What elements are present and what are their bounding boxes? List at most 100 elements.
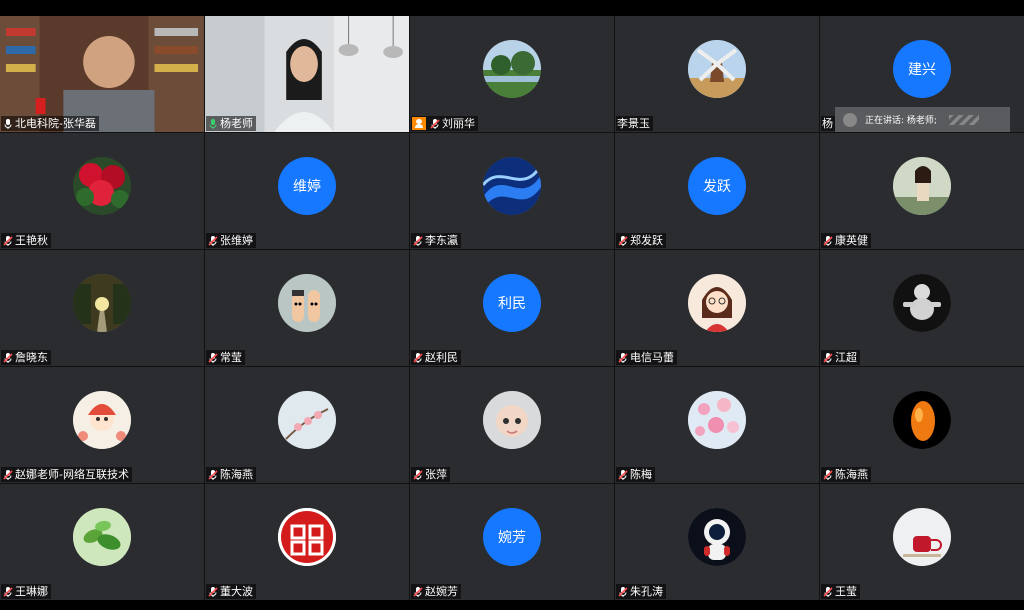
participant-avatar [893,508,951,566]
participant-tile[interactable]: 江超 [820,250,1024,366]
mic-muted-icon [823,352,833,363]
participant-tile[interactable]: 康英健 [820,133,1024,249]
participant-nameplate: 李东瀛 [411,233,461,248]
participant-nameplate: 郑发跃 [616,233,666,248]
mic-muted-icon [618,469,628,480]
mic-muted-icon [430,118,440,129]
participant-nameplate: 北电科院-张华磊 [1,116,99,131]
participant-tile[interactable]: 张萍 [410,367,614,483]
mic-muted-icon [3,352,13,363]
participant-nameplate: 陈海燕 [821,467,871,482]
top-bar [0,0,1024,16]
participant-name: 董大波 [220,585,253,598]
participant-nameplate: 詹晓东 [1,350,51,365]
participant-nameplate: 陈梅 [616,467,655,482]
participant-name: 郑发跃 [630,234,663,247]
participant-tile[interactable]: 常莹 [205,250,409,366]
participant-tile[interactable]: 维婷 张维婷 [205,133,409,249]
mic-muted-icon [208,235,218,246]
participant-avatar [278,391,336,449]
participant-tile[interactable]: 朱孔涛 [615,484,819,600]
participant-tile[interactable]: 陈海燕 [205,367,409,483]
camera-off-icon [412,117,426,130]
participant-avatar [73,391,131,449]
participant-nameplate: 王莹 [821,584,860,599]
participant-tile[interactable]: 发跃 郑发跃 [615,133,819,249]
participant-tile[interactable]: 杨老师 [205,16,409,132]
participant-name: 赵娜老师-网络互联技术 [15,468,129,481]
participant-nameplate: 王艳秋 [1,233,51,248]
participant-avatar [483,40,541,98]
participant-avatar [73,157,131,215]
mic-muted-icon [413,352,423,363]
participant-nameplate: 陈海燕 [206,467,256,482]
participant-tile[interactable]: 赵娜老师-网络互联技术 [0,367,204,483]
participant-name: 北电科院-张华磊 [15,117,96,130]
participant-nameplate: 刘丽华 [411,116,478,131]
participant-name: 王琳娜 [15,585,48,598]
participant-tile[interactable]: 刘丽华 [410,16,614,132]
window-title [0,0,1024,6]
participant-name: 朱孔涛 [630,585,663,598]
participant-tile[interactable]: 李景玉 [615,16,819,132]
video-feed [205,16,409,132]
participant-name: 电信马蕾 [630,351,674,364]
participant-nameplate: 赵利民 [411,350,461,365]
participant-name: 李景玉 [617,117,650,130]
participant-name: 杨 [822,117,833,130]
participant-nameplate: 电信马蕾 [616,350,677,365]
participant-name: 李东瀛 [425,234,458,247]
participant-tile[interactable]: 北电科院-张华磊 [0,16,204,132]
participant-avatar [688,40,746,98]
mic-muted-icon [3,586,13,597]
participant-name: 赵婉芳 [425,585,458,598]
participant-tile[interactable]: 王艳秋 [0,133,204,249]
participant-nameplate: 朱孔涛 [616,584,666,599]
speaking-indicator: 正在讲话: 杨老师; [835,107,1010,132]
participant-avatar [893,157,951,215]
participant-tile[interactable]: 王莹 [820,484,1024,600]
participant-avatar: 利民 [483,274,541,332]
participant-tile[interactable]: 陈梅 [615,367,819,483]
participant-tile[interactable]: 利民 赵利民 [410,250,614,366]
participant-name: 王艳秋 [15,234,48,247]
participant-name: 刘丽华 [442,117,475,130]
participant-nameplate: 李景玉 [616,116,653,131]
participant-nameplate: 杨老师 [206,116,256,131]
participant-nameplate: 赵娜老师-网络互联技术 [1,467,132,482]
participant-nameplate: 张维婷 [206,233,256,248]
participant-avatar [73,274,131,332]
participant-name: 张萍 [425,468,447,481]
mic-muted-icon [3,235,13,246]
participant-name: 张维婷 [220,234,253,247]
mic-muted-icon [208,352,218,363]
participant-avatar: 维婷 [278,157,336,215]
participant-avatar [73,508,131,566]
participant-tile[interactable]: 詹晓东 [0,250,204,366]
participant-tile[interactable]: 陈海燕 [820,367,1024,483]
participant-avatar [688,391,746,449]
participant-tile[interactable]: 李东瀛 [410,133,614,249]
mic-muted-icon [618,352,628,363]
participant-tile[interactable]: 董大波 [205,484,409,600]
participant-grid: 北电科院-张华磊 杨老师 刘丽华 李景玉 建兴杨 王艳秋 维婷 张维婷 李东瀛 … [0,16,1024,600]
participant-name: 王莹 [835,585,857,598]
participant-nameplate: 常莹 [206,350,245,365]
participant-tile[interactable]: 婉芳 赵婉芳 [410,484,614,600]
participant-tile[interactable]: 王琳娜 [0,484,204,600]
participant-name: 康英健 [835,234,868,247]
mic-muted-icon [823,586,833,597]
participant-name: 陈梅 [630,468,652,481]
speaker-mini-avatar [843,112,857,127]
speaking-text: 正在讲话: 杨老师; [865,116,937,126]
participant-tile[interactable]: 电信马蕾 [615,250,819,366]
participant-avatar [278,274,336,332]
mic-muted-icon [413,235,423,246]
participant-nameplate: 赵婉芳 [411,584,461,599]
mic-muted-icon [823,469,833,480]
participant-name: 詹晓东 [15,351,48,364]
participant-avatar [688,274,746,332]
mic-icon [4,118,12,129]
participant-name: 陈海燕 [220,468,253,481]
participant-avatar [893,274,951,332]
